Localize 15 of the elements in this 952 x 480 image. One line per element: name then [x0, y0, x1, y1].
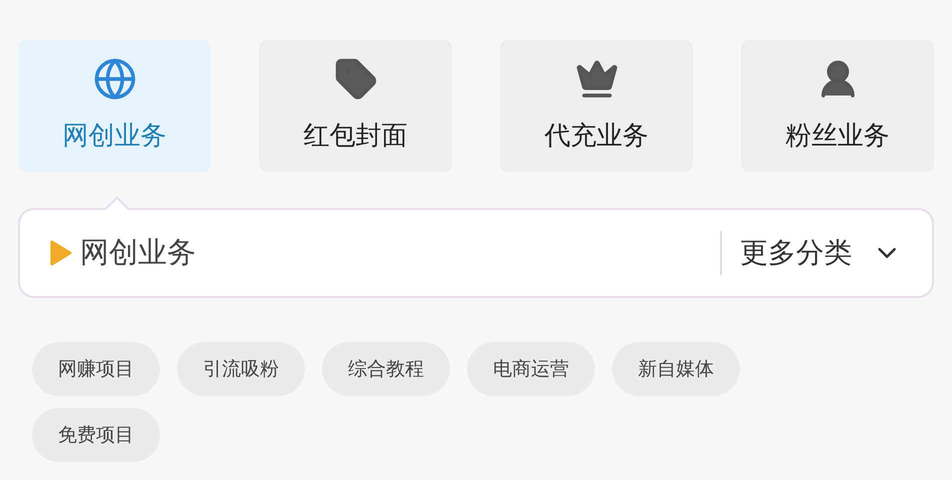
tag-chip[interactable]: 新自媒体 — [612, 342, 740, 396]
tag-icon — [334, 56, 378, 100]
more-categories-button[interactable]: 更多分类 — [740, 232, 902, 274]
globe-icon — [92, 56, 136, 100]
tag-chip[interactable]: 引流吸粉 — [177, 342, 305, 396]
tag-chip[interactable]: 综合教程 — [322, 342, 450, 396]
category-tab[interactable]: 红包封面 — [259, 40, 452, 172]
category-tab[interactable]: 网创业务 — [18, 40, 211, 172]
tag-chip[interactable]: 电商运营 — [467, 342, 595, 396]
current-category: 网创业务 — [80, 234, 196, 272]
category-tab[interactable]: 代充业务 — [500, 40, 693, 172]
tag-chip[interactable]: 免费项目 — [32, 408, 160, 462]
tag-chip[interactable]: 网赚项目 — [32, 342, 160, 396]
category-tab[interactable]: 粉丝业务 — [741, 40, 934, 172]
play-icon — [50, 240, 72, 266]
